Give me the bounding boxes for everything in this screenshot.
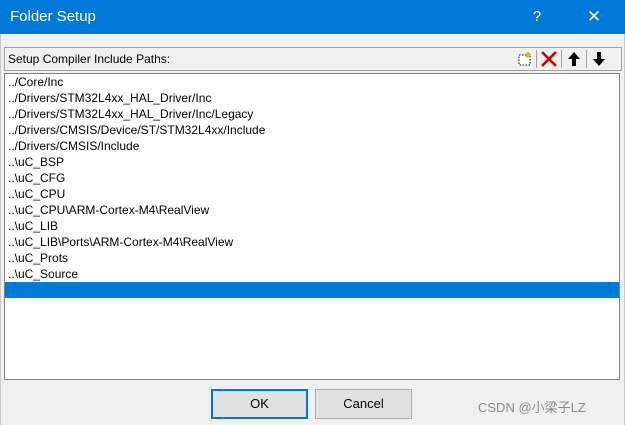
- path-item[interactable]: ..\uC_LIB\Ports\ARM-Cortex-M4\RealView: [5, 234, 619, 250]
- path-item[interactable]: ../Drivers/STM32L4xx_HAL_Driver/Inc: [5, 90, 619, 106]
- title-bar: Folder Setup ? ✕: [0, 0, 625, 34]
- new-path-button[interactable]: [514, 49, 536, 69]
- close-button[interactable]: ✕: [571, 0, 617, 34]
- toolbar-separator: [561, 50, 562, 68]
- path-item[interactable]: ../Drivers/CMSIS/Device/ST/STM32L4xx/Inc…: [5, 122, 619, 138]
- delete-x-icon: [541, 51, 557, 67]
- path-item[interactable]: ../Core/Inc: [5, 74, 619, 90]
- path-item[interactable]: ..\uC_Source: [5, 266, 619, 282]
- delete-path-button[interactable]: [538, 49, 560, 69]
- path-item[interactable]: ..\uC_LIB: [5, 218, 619, 234]
- arrow-down-icon: [593, 52, 605, 66]
- toolbar-separator: [586, 50, 587, 68]
- watermark: CSDN @小梁子LZ: [478, 400, 586, 415]
- help-button[interactable]: ?: [514, 0, 560, 34]
- cancel-button[interactable]: Cancel: [315, 389, 412, 419]
- window-title: Folder Setup: [10, 8, 96, 25]
- paths-label: Setup Compiler Include Paths:: [8, 52, 171, 66]
- path-item[interactable]: ..\uC_Prots: [5, 250, 619, 266]
- move-up-button[interactable]: [563, 49, 585, 69]
- include-paths-list[interactable]: ../Core/Inc ../Drivers/STM32L4xx_HAL_Dri…: [4, 73, 620, 380]
- path-item[interactable]: ..\uC_CPU: [5, 186, 619, 202]
- ok-button[interactable]: OK: [211, 389, 308, 419]
- path-item[interactable]: ../Drivers/CMSIS/Include: [5, 138, 619, 154]
- path-item[interactable]: ..\uC_BSP: [5, 154, 619, 170]
- arrow-up-icon: [568, 52, 580, 66]
- new-folder-icon: [518, 51, 532, 66]
- dialog-body: Setup Compiler Include Paths: ../Core/In…: [0, 34, 625, 425]
- path-item-selected[interactable]: [5, 282, 619, 298]
- paths-header: Setup Compiler Include Paths:: [4, 47, 622, 71]
- path-item[interactable]: ..\uC_CFG: [5, 170, 619, 186]
- move-down-button[interactable]: [588, 49, 610, 69]
- path-item[interactable]: ..\uC_CPU\ARM-Cortex-M4\RealView: [5, 202, 619, 218]
- toolbar-separator: [536, 50, 537, 68]
- path-item[interactable]: ../Drivers/STM32L4xx_HAL_Driver/Inc/Lega…: [5, 106, 619, 122]
